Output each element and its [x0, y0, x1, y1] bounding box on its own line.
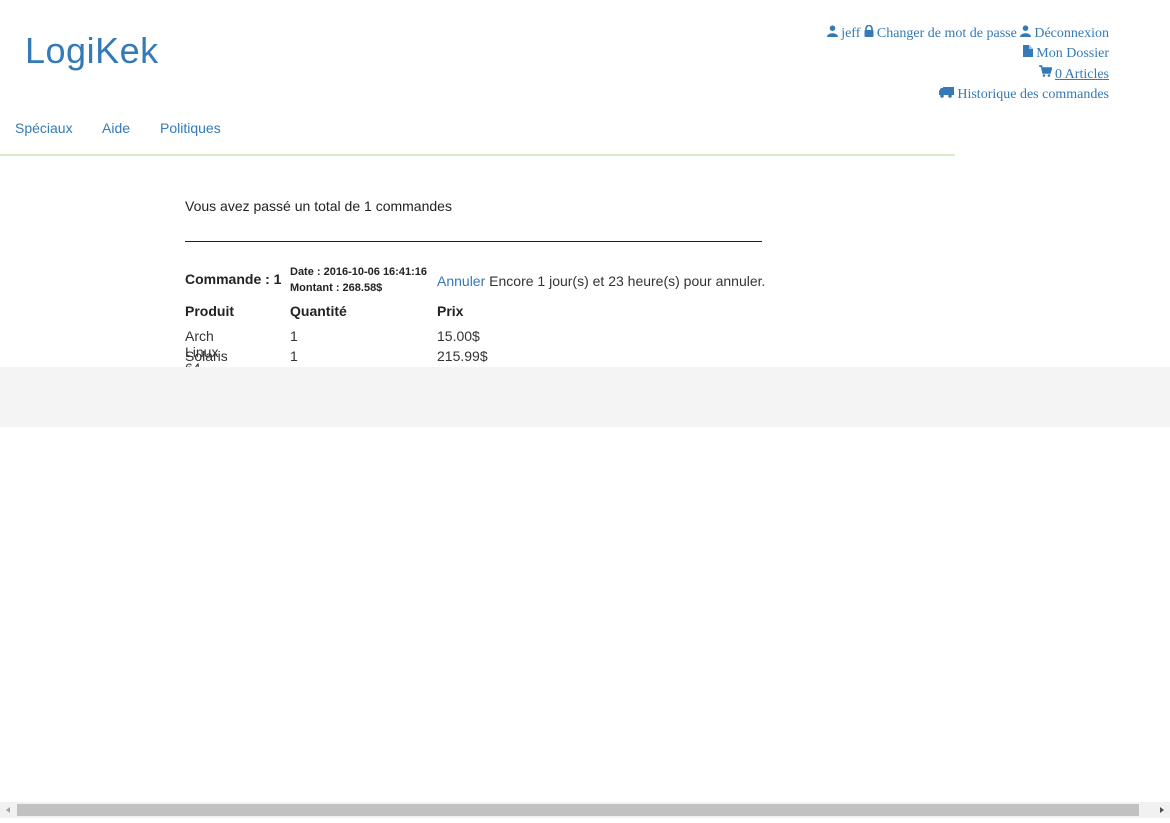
price-cell: 215.99$: [437, 348, 488, 364]
quantity-cell: 1: [290, 328, 298, 344]
order-amount: Montant : 268.58$: [290, 282, 383, 294]
username: jeff: [841, 26, 861, 42]
order-history-label: Historique des commandes: [957, 86, 1109, 102]
site-logo[interactable]: LogiKek: [25, 30, 159, 72]
logout-link[interactable]: Déconnexion: [1020, 24, 1109, 44]
change-password-label: Changer de mot de passe: [876, 26, 1017, 42]
column-header-product: Produit: [185, 303, 234, 319]
nav-item-help[interactable]: Aide: [102, 120, 130, 136]
column-header-quantity: Quantité: [290, 303, 347, 319]
order-date: Date : 2016-10-06 16:41:16: [290, 266, 427, 278]
scroll-right-icon[interactable]: [1154, 802, 1170, 818]
cancel-deadline-note: Encore 1 jour(s) et 23 heure(s) pour ann…: [489, 273, 766, 289]
order-history-link[interactable]: Historique des commandes: [939, 85, 1109, 105]
user-icon: [1020, 24, 1032, 44]
cart-link[interactable]: 0 Articles: [1038, 64, 1109, 84]
nav-item-specials[interactable]: Spéciaux: [15, 120, 73, 136]
truck-icon: [939, 85, 955, 105]
order-header: Commande : 1 Date : 2016-10-06 16:41:16 …: [185, 262, 785, 296]
scrollbar-thumb[interactable]: [17, 804, 1139, 816]
scroll-left-icon[interactable]: [0, 802, 16, 818]
lock-icon: [864, 24, 874, 44]
cart-icon: [1038, 64, 1053, 84]
account-row-4: Historique des commandes: [827, 85, 1109, 105]
file-icon: [1023, 44, 1034, 64]
account-links: jeff Changer de mot de passe Déconnexion…: [827, 24, 1109, 105]
column-header-price: Prix: [437, 303, 464, 319]
orders-summary-block: Vous avez passé un total de 1 commandes: [185, 198, 762, 214]
my-file-label: Mon Dossier: [1036, 46, 1109, 62]
logout-label: Déconnexion: [1034, 26, 1109, 42]
user-link[interactable]: jeff: [827, 24, 864, 44]
account-row-3: 0 Articles: [827, 64, 1109, 84]
account-row-1: jeff Changer de mot de passe Déconnexion: [827, 24, 1109, 44]
cart-label: 0 Articles: [1054, 66, 1109, 82]
main-nav: Spéciaux Aide Politiques: [0, 112, 955, 156]
user-icon: [827, 24, 839, 44]
change-password-link[interactable]: Changer de mot de passe: [864, 24, 1020, 44]
orders-summary: Vous avez passé un total de 1 commandes: [185, 198, 452, 214]
price-cell: 15.00$: [437, 328, 480, 344]
cancel-order-link[interactable]: Annuler: [437, 273, 485, 289]
divider: [185, 241, 762, 242]
order-meta: Date : 2016-10-06 16:41:16 Montant : 268…: [290, 264, 427, 296]
horizontal-scrollbar[interactable]: [0, 802, 1170, 818]
footer: [0, 367, 1170, 427]
account-row-2: Mon Dossier: [827, 44, 1109, 64]
quantity-cell: 1: [290, 348, 298, 364]
order-actions: Annuler Encore 1 jour(s) et 23 heure(s) …: [437, 273, 765, 289]
order-title: Commande : 1: [185, 271, 282, 287]
nav-item-policies[interactable]: Politiques: [160, 120, 221, 136]
my-file-link[interactable]: Mon Dossier: [1023, 44, 1109, 64]
